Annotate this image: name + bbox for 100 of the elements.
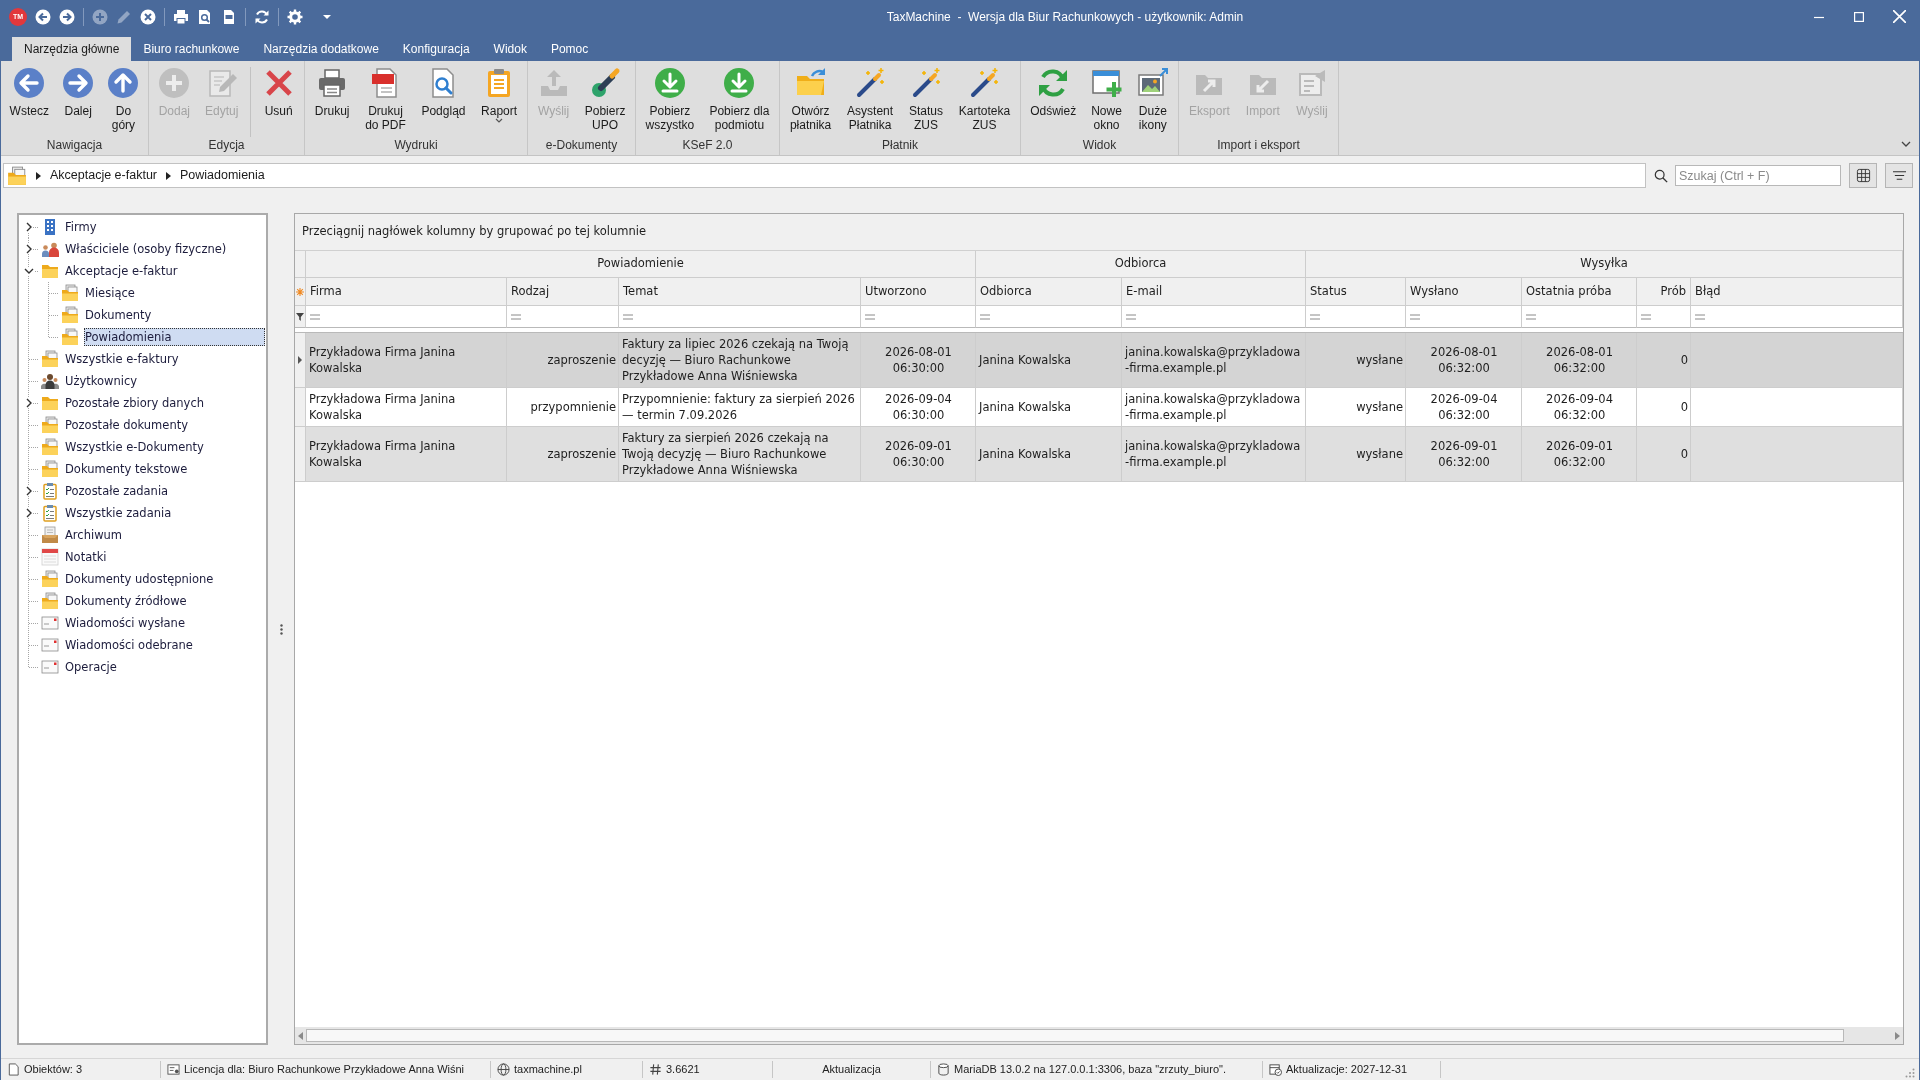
grid-view-button[interactable] [1849, 163, 1877, 188]
filter-cell[interactable] [1406, 306, 1523, 328]
large-icons-button[interactable]: Duże ikony [1133, 67, 1172, 132]
ribbon-tab[interactable]: Pomoc [538, 37, 601, 61]
website-link[interactable]: taxmachine.pl [514, 1061, 582, 1078]
close-icon[interactable] [1892, 10, 1906, 23]
filter-cell[interactable] [1522, 306, 1638, 328]
chevron-down-icon[interactable] [24, 267, 34, 275]
column-header[interactable]: Błąd [1691, 278, 1903, 306]
printer-icon[interactable] [173, 8, 189, 25]
tree-item[interactable]: Wiadomości wysłane [64, 614, 186, 632]
ribbon-tab[interactable]: Konfiguracja [390, 37, 482, 61]
filter-cell[interactable] [619, 306, 861, 328]
ribbon-tab[interactable]: Widok [481, 37, 539, 61]
filter-cell[interactable] [306, 306, 507, 328]
tree-item[interactable]: Notatki [64, 548, 108, 566]
tree-item[interactable]: Powiadomienia [84, 328, 265, 346]
breadcrumb-item[interactable]: Akceptacje e-faktur [50, 166, 157, 185]
tree-item[interactable]: Dokumenty [84, 306, 153, 324]
column-header[interactable]: E-mail [1122, 278, 1307, 306]
new-window-button[interactable]: Nowe okno [1087, 67, 1126, 132]
tree-item[interactable]: Archiwum [64, 526, 124, 544]
tree-item[interactable]: Użytkownicy [64, 372, 139, 390]
filter-cell[interactable] [507, 306, 619, 328]
filter-cell[interactable] [976, 306, 1122, 328]
tree-item[interactable]: Pozostałe zadania [64, 482, 170, 500]
wizard-button[interactable]: Kartoteka ZUS [955, 67, 1014, 132]
filter-cell[interactable] [1637, 306, 1692, 328]
filter-cell[interactable] [1306, 306, 1407, 328]
scroll-right-icon[interactable] [1895, 1031, 1900, 1040]
column-header[interactable]: Utworzono [861, 278, 976, 306]
filter-cell[interactable] [861, 306, 976, 328]
report-button[interactable]: Raport [478, 67, 521, 123]
update-label[interactable]: Aktualizacja [822, 1061, 881, 1078]
column-header[interactable]: Prób [1637, 278, 1692, 306]
chevron-right-icon[interactable] [25, 244, 33, 254]
download-button[interactable]: Pobierz dla podmiotu [706, 67, 773, 132]
forward-button[interactable]: Dalej [59, 67, 98, 118]
tree-item[interactable]: Dokumenty tekstowe [64, 460, 189, 478]
tree-item[interactable]: Operacje [64, 658, 118, 676]
column-header[interactable]: Wysłano [1406, 278, 1523, 306]
arrow-left-icon[interactable] [35, 8, 51, 25]
download-button[interactable]: Pobierz wszystko [642, 67, 698, 132]
splitter-grip-icon[interactable] [279, 623, 283, 635]
tree-item[interactable]: Miesiące [84, 284, 136, 302]
tree-item[interactable]: Właściciele (osoby fizyczne) [64, 240, 228, 258]
document-icon[interactable] [221, 8, 237, 25]
tree-item[interactable]: Dokumenty źródłowe [64, 592, 188, 610]
tree-item[interactable]: Wszystkie zadania [64, 504, 173, 522]
fetch-upo-button[interactable]: Pobierz UPO [581, 67, 629, 132]
tree-item[interactable]: Akceptacje e-faktur [64, 262, 179, 280]
tree-item[interactable]: Wszystkie e-faktury [64, 350, 180, 368]
settings-icon[interactable] [287, 8, 303, 25]
chevron-right-icon[interactable] [25, 398, 33, 408]
scrollbar-thumb[interactable] [306, 1029, 1845, 1042]
tree-item[interactable]: Wszystkie e-Dokumenty [64, 438, 205, 456]
chevron-right-icon[interactable] [25, 508, 33, 518]
tree-item[interactable]: Firmy [64, 218, 98, 236]
folder-icon [41, 262, 59, 280]
column-header[interactable]: Temat [619, 278, 861, 306]
delete-button[interactable]: Usuń [259, 67, 298, 118]
caret-right-icon[interactable] [36, 171, 41, 180]
column-header[interactable]: Rodzaj [507, 278, 619, 306]
chevron-down-icon[interactable] [1901, 141, 1911, 147]
search-field[interactable]: Szukaj (Ctrl + F) [1675, 165, 1841, 186]
tree-item[interactable]: Wiadomości odebrane [64, 636, 194, 654]
folder-icon[interactable] [7, 165, 27, 186]
print-button[interactable]: Drukuj [311, 67, 353, 118]
ribbon-tab[interactable]: Narzędzia główne [12, 37, 132, 61]
ribbon-tab[interactable]: Narzędzia dodatkowe [251, 37, 391, 61]
scroll-left-icon[interactable] [298, 1031, 303, 1040]
column-header[interactable]: Status [1306, 278, 1407, 306]
open-button[interactable]: Otwórz płatnika [786, 67, 835, 132]
wizard-button[interactable]: Status ZUS [905, 67, 946, 132]
refresh-icon[interactable] [254, 8, 270, 25]
caret-right-icon[interactable] [166, 171, 171, 180]
column-header[interactable]: Ostatnia próba [1522, 278, 1638, 306]
back-button[interactable]: Wstecz [6, 67, 52, 118]
tree-item[interactable]: Pozostałe zbiory danych [64, 394, 205, 412]
arrow-right-icon[interactable] [59, 8, 75, 25]
column-header[interactable]: Odbiorca [976, 278, 1122, 306]
filter-cell[interactable] [1691, 306, 1903, 328]
tree-item[interactable]: Dokumenty udostępnione [64, 570, 215, 588]
filter-button[interactable] [1885, 163, 1913, 188]
maximize-icon[interactable] [1854, 11, 1864, 22]
wizard-button[interactable]: Asystent Płatnika [844, 67, 897, 132]
chevron-right-icon[interactable] [25, 222, 33, 232]
tree-item[interactable]: Pozostałe dokumenty [64, 416, 189, 434]
column-header[interactable]: Firma [306, 278, 507, 306]
breadcrumb-item[interactable]: Powiadomienia [180, 166, 265, 185]
caret-down-icon[interactable] [323, 14, 331, 19]
x-circle-icon[interactable] [140, 8, 156, 25]
filter-cell[interactable] [1122, 306, 1307, 328]
up-button[interactable]: Do góry [104, 67, 143, 132]
ribbon-tab[interactable]: Biuro rachunkowe [131, 37, 252, 61]
chevron-right-icon[interactable] [25, 486, 33, 496]
refresh-button[interactable]: Odśwież [1027, 67, 1080, 118]
document-search-icon[interactable] [197, 8, 213, 25]
print-pdf-button[interactable]: Drukuj do PDF [362, 67, 409, 132]
preview-button[interactable]: Podgląd [418, 67, 469, 118]
